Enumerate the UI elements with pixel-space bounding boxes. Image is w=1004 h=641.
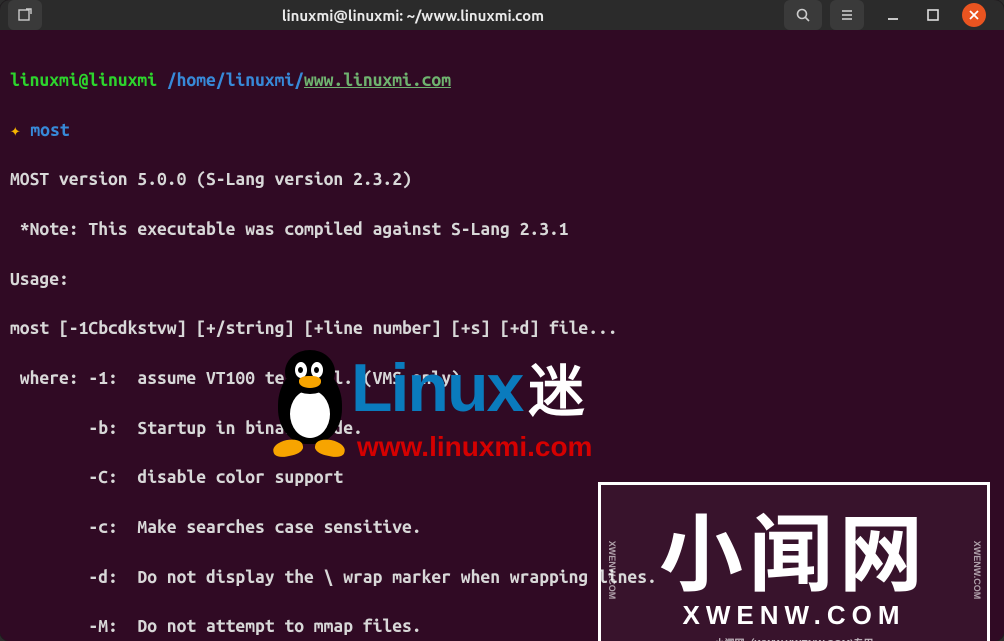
window-title: linuxmi@linuxmi: ~/www.linuxmi.com (50, 7, 776, 24)
output-line: MOST version 5.0.0 (S-Lang version 2.3.2… (10, 168, 994, 193)
tux-logo-icon (265, 348, 355, 458)
output-line: -c: Make searches case sensitive. (10, 516, 994, 541)
command-text: most (30, 121, 69, 140)
output-line: -b: Startup in binary mode. (10, 417, 994, 442)
output-line: *Note: This executable was compiled agai… (10, 218, 994, 243)
close-icon (966, 7, 982, 23)
hamburger-icon (839, 7, 855, 23)
close-button[interactable] (962, 3, 986, 27)
output-line: where: -1: assume VT100 terminal. (VMS o… (10, 367, 994, 392)
minimize-icon (885, 7, 901, 23)
maximize-button[interactable] (922, 4, 944, 26)
new-tab-button[interactable] (8, 0, 42, 30)
search-button[interactable] (784, 0, 822, 30)
window-controls (872, 3, 996, 27)
output-line: -M: Do not attempt to mmap files. (10, 615, 994, 640)
menu-button[interactable] (830, 0, 864, 30)
prompt-path-prefix: /home/linuxmi/ (167, 71, 304, 90)
output-line: most [-1Cbcdkstvw] [+/string] [+line num… (10, 317, 994, 342)
prompt-line-1: linuxmi@linuxmi /home/linuxmi/www.linuxm… (10, 69, 994, 94)
maximize-icon (925, 7, 941, 23)
watermark-linuxmi: Linux 迷 www.linuxmi.com (265, 340, 592, 466)
new-tab-icon (17, 7, 33, 23)
prompt-path-link: www.linuxmi.com (304, 71, 451, 90)
output-line: Usage: (10, 268, 994, 293)
output-line: -C: disable color support (10, 466, 994, 491)
prompt-line-2: ✦ most (10, 119, 994, 144)
minimize-button[interactable] (882, 4, 904, 26)
titlebar: linuxmi@linuxmi: ~/www.linuxmi.com (0, 0, 1004, 30)
search-icon (795, 7, 811, 23)
prompt-user-host: linuxmi@linuxmi (10, 71, 157, 90)
terminal-viewport[interactable]: linuxmi@linuxmi /home/linuxmi/www.linuxm… (0, 30, 1004, 641)
output-line: -d: Do not display the \ wrap marker whe… (10, 566, 994, 591)
terminal-window: linuxmi@linuxmi: ~/www.linuxmi.com linux… (0, 0, 1004, 641)
prompt-symbol: ✦ (10, 121, 21, 140)
